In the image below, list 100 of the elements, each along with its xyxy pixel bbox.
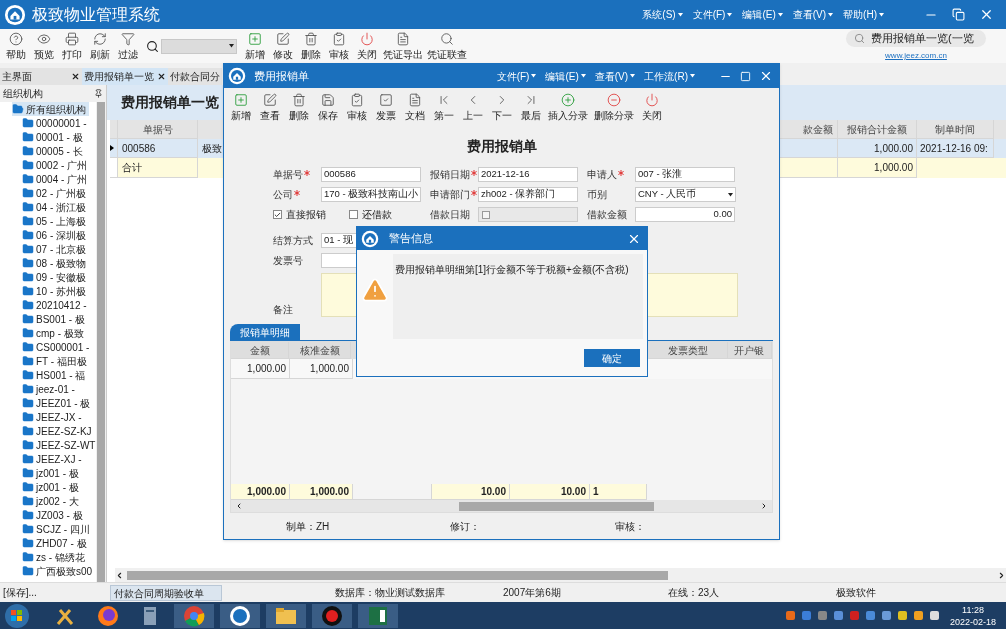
menu-item[interactable]: 系统(S) (642, 7, 683, 22)
toolbar-button[interactable]: 查看 (255, 92, 284, 122)
spreadsheet-icon[interactable] (358, 603, 398, 628)
tree-item[interactable]: jz001 - 极 (22, 466, 82, 480)
website-link[interactable]: www.jeez.com.cn (885, 50, 947, 62)
toolbar-button[interactable]: 新增 (226, 92, 255, 122)
tree-item[interactable]: FT - 福田极 (22, 354, 90, 368)
tree-item[interactable]: JZ003 - 极 (22, 508, 86, 522)
menu-item[interactable]: 文件(F) (692, 7, 733, 22)
tree-item[interactable]: JEEZ-XJ - (22, 452, 85, 466)
ok-button[interactable]: 确定 (584, 349, 640, 367)
restore-icon[interactable] (952, 8, 965, 21)
toolbar-button[interactable]: 下一 (487, 92, 516, 122)
text-field[interactable]: 2021-12-16 (478, 167, 578, 182)
tree-item[interactable]: 05 - 上海极 (22, 214, 89, 228)
toolbar-button[interactable]: 最后 (516, 92, 545, 122)
maximize-icon[interactable] (740, 70, 751, 82)
text-field[interactable]: zh002 - 保养部门 (478, 187, 578, 202)
pin-icon[interactable] (94, 89, 103, 98)
tree-item[interactable]: 20210412 - (22, 298, 90, 312)
tree-item[interactable]: HS001 - 福 (22, 368, 89, 382)
tree-item[interactable]: jz002 - 大 (22, 494, 82, 508)
tab[interactable]: 费用报销单一览 (82, 68, 168, 85)
toolbar-button[interactable]: 文档 (400, 92, 429, 122)
scroll-left-icon[interactable] (235, 502, 243, 510)
toolbar-button[interactable]: 刷新 (86, 31, 114, 61)
toolbar-button[interactable]: 凭证导出 (381, 31, 425, 61)
tree-item[interactable]: 08 - 极致物 (22, 256, 89, 270)
toolbar-button[interactable]: 新增 (241, 31, 269, 61)
vertical-scrollbar[interactable] (96, 102, 106, 582)
tab[interactable]: 付款合同分 (168, 68, 222, 85)
toolbar-button[interactable]: 保存 (313, 92, 342, 122)
tab[interactable]: 报销单明细 (230, 324, 300, 340)
horizontal-scrollbar[interactable] (231, 500, 772, 512)
tree-item[interactable]: 00000001 - (22, 116, 90, 130)
record-icon[interactable] (312, 603, 352, 628)
tree-item[interactable]: ZHD07 - 极 (22, 536, 90, 550)
tree-item[interactable]: zs - 锦绣花 (22, 550, 88, 564)
toolbar-button[interactable]: 审核 (325, 31, 353, 61)
tray-icon[interactable] (784, 610, 796, 621)
tree-item[interactable]: 04 - 浙江极 (22, 200, 89, 214)
tree-item[interactable]: 0002 - 广州 (22, 158, 91, 172)
tree-item[interactable]: 07 - 北京极 (22, 242, 89, 256)
menu-item[interactable]: 工作流(R) (644, 68, 695, 84)
toolbar-button[interactable]: 插入分录 (545, 92, 591, 122)
tree-item[interactable]: 00001 - 极 (22, 130, 86, 144)
text-field[interactable]: 0.00 (635, 207, 735, 222)
toolbar-button[interactable]: 删除 (284, 92, 313, 122)
checkbox-label[interactable]: 还借款 (362, 207, 392, 222)
menu-item[interactable]: 文件(F) (496, 68, 537, 84)
tree-item[interactable]: JEEZ-SZ-KJ (22, 424, 95, 438)
tray-icon[interactable] (896, 610, 908, 621)
scroll-right-icon[interactable] (760, 502, 768, 510)
tree-item[interactable]: JEEZ-SZ-WT (22, 438, 99, 452)
tree-item[interactable]: SCJZ - 四川 (22, 522, 93, 536)
toolbar-button[interactable]: 预览 (30, 31, 58, 61)
menu-item[interactable]: 查看(V) (792, 7, 834, 22)
tree-item[interactable]: CS000001 - (22, 340, 93, 354)
toolbar-button[interactable]: 删除 (297, 31, 325, 61)
tree-item[interactable]: JEEZ-JX - (22, 410, 85, 424)
tray-icon[interactable] (912, 610, 924, 621)
start-button[interactable] (4, 602, 30, 629)
toolbar-button[interactable]: 上一 (458, 92, 487, 122)
checkbox[interactable] (273, 210, 282, 219)
tree-item[interactable]: 所有组织机构 (12, 102, 89, 116)
tray-icon[interactable] (832, 610, 844, 621)
toolbar-button[interactable]: 凭证联查 (425, 31, 469, 61)
toolbar-button[interactable]: 删除分录 (591, 92, 637, 122)
tree-item[interactable]: 06 - 深圳极 (22, 228, 89, 242)
tree-item[interactable]: 02 - 广州极 (22, 186, 89, 200)
select-field[interactable]: CNY - 人民币 (635, 187, 736, 202)
scroll-right-icon[interactable] (997, 570, 1006, 580)
checkbox-label[interactable]: 直接报销 (286, 207, 326, 222)
toolbar-button[interactable]: 发票 (371, 92, 400, 122)
menu-item[interactable]: 帮助(H) (843, 7, 884, 22)
tree-item[interactable]: JEEZ01 - 极 (22, 396, 94, 410)
horizontal-scrollbar[interactable] (115, 568, 1006, 582)
tree-item[interactable]: BS001 - 极 (22, 312, 88, 326)
toolbar-button[interactable]: 过滤 (114, 31, 142, 61)
toolbar-button[interactable]: 关闭 (637, 92, 666, 122)
text-field[interactable]: 007 - 张淮 (635, 167, 735, 182)
tree-item[interactable]: jeez-01 - (22, 382, 78, 396)
tree-item[interactable]: 00005 - 长 (22, 144, 86, 158)
toolbar-button[interactable]: 审核 (342, 92, 371, 122)
close-tab-icon[interactable] (157, 72, 166, 81)
toolbar-button[interactable]: 关闭 (353, 31, 381, 61)
close-icon[interactable] (759, 69, 773, 83)
menu-item[interactable]: 查看(V) (594, 68, 636, 84)
tree-item[interactable]: cmp - 极致 (22, 326, 87, 340)
task-button[interactable]: 付款合同周期验收单 (110, 584, 222, 601)
tree-item[interactable]: 09 - 安徽极 (22, 270, 89, 284)
tree-item[interactable]: jz001 - 极 (22, 480, 82, 494)
close-tab-icon[interactable] (71, 72, 80, 81)
text-field[interactable]: 000586 (321, 167, 421, 182)
close-icon[interactable] (979, 7, 994, 22)
tray-icon[interactable] (880, 610, 892, 621)
tray-icon[interactable] (928, 610, 940, 621)
tree-item[interactable]: 0004 - 广州 (22, 172, 91, 186)
folder-taskbar-icon[interactable] (266, 603, 306, 628)
toolbar-button[interactable]: 修改 (269, 31, 297, 61)
